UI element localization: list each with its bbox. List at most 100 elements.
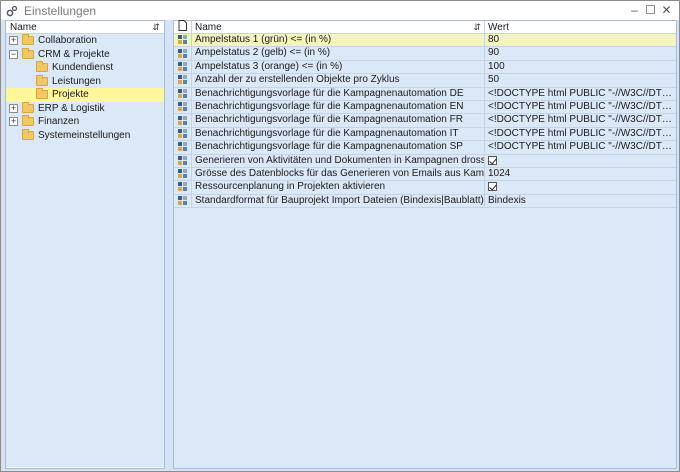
row-icon-cell	[174, 47, 192, 60]
settings-row[interactable]: Benachrichtigungsvorlage für die Kampagn…	[174, 141, 676, 155]
settings-row[interactable]: Benachrichtigungsvorlage für die Kampagn…	[174, 87, 676, 101]
setting-grid-icon	[177, 88, 188, 99]
grid-header-icon-column[interactable]	[174, 20, 192, 33]
tree-item[interactable]: Kundendienst	[6, 61, 164, 75]
setting-name: Ressourcenplanung in Projekten aktiviere…	[192, 181, 485, 194]
setting-grid-icon	[177, 128, 188, 139]
setting-value[interactable]: <!DOCTYPE html PUBLIC "-//W3C//DTD XHTML…	[485, 114, 676, 126]
setting-name: Benachrichtigungsvorlage für die Kampagn…	[192, 114, 485, 127]
settings-row[interactable]: Standardformat für Bauprojekt Import Dat…	[174, 194, 676, 209]
tree-item-label: ERP & Logistik	[38, 102, 105, 114]
close-button[interactable]: ✕	[660, 2, 673, 18]
tree-header[interactable]: Name ⇵	[6, 21, 164, 34]
row-icon-cell	[174, 154, 192, 167]
row-icon-cell	[174, 100, 192, 114]
column-header-value-label: Wert	[488, 21, 509, 33]
setting-name: Generieren von Aktivitäten und Dokumente…	[192, 154, 485, 167]
setting-name: Ampelstatus 3 (orange) <= (in %)	[192, 60, 485, 74]
settings-window: Einstellungen – ☐ ✕ Name ⇵ + Collaboratio…	[0, 0, 680, 472]
folder-icon	[22, 115, 34, 126]
tree-item-label: Collaboration	[38, 35, 97, 46]
settings-grid: Name ⇵ Wert Ampelstatus 1 (grün) <= (in …	[173, 20, 677, 469]
tree-item-label: Finanzen	[38, 116, 80, 127]
settings-row[interactable]: Ampelstatus 2 (gelb) <= (in %) 90	[174, 47, 676, 61]
setting-value[interactable]: 90	[485, 47, 676, 59]
setting-value[interactable]: 80	[485, 34, 676, 46]
column-header-value[interactable]: Wert	[485, 21, 676, 33]
collapse-icon[interactable]: −	[9, 49, 18, 59]
sort-icon[interactable]: ⇵	[473, 22, 481, 33]
setting-name: Benachrichtigungsvorlage für die Kampagn…	[192, 100, 485, 114]
title-bar: Einstellungen – ☐ ✕	[1, 1, 679, 20]
setting-value[interactable]: <!DOCTYPE html PUBLIC "-//W3C//DTD XHTML…	[485, 141, 676, 153]
settings-row[interactable]: Anzahl der zu erstellenden Objekte pro Z…	[174, 74, 676, 88]
setting-value[interactable]: Bindexis	[485, 195, 676, 207]
settings-row[interactable]: Ampelstatus 1 (grün) <= (in %) 80	[174, 34, 676, 48]
tree-item-label: CRM & Projekte	[38, 48, 110, 60]
tree-item[interactable]: Leistungen	[6, 74, 164, 89]
folder-icon	[36, 74, 48, 86]
folder-icon	[22, 101, 34, 113]
tree-item[interactable]: + Collaboration	[6, 34, 164, 48]
setting-name: Benachrichtigungsvorlage für die Kampagn…	[192, 87, 485, 100]
setting-grid-icon	[177, 61, 188, 72]
settings-row[interactable]: Benachrichtigungsvorlage für die Kampagn…	[174, 114, 676, 128]
folder-icon	[22, 34, 34, 45]
folder-icon	[22, 47, 34, 59]
setting-name: Anzahl der zu erstellenden Objekte pro Z…	[192, 74, 485, 87]
row-icon-cell	[174, 167, 192, 181]
window-title: Einstellungen	[24, 3, 97, 18]
maximize-button[interactable]: ☐	[644, 2, 657, 18]
grid-header: Name ⇵ Wert	[174, 20, 676, 34]
tree-item[interactable]: + Finanzen	[6, 115, 164, 129]
settings-row[interactable]: Generieren von Aktivitäten und Dokumente…	[174, 154, 676, 168]
minimize-button[interactable]: –	[628, 2, 641, 18]
setting-value[interactable]: 50	[485, 74, 676, 86]
row-icon-cell	[174, 34, 192, 47]
setting-value[interactable]	[485, 155, 676, 167]
row-icon-cell	[174, 74, 192, 87]
setting-checkbox[interactable]	[488, 155, 497, 165]
setting-grid-icon	[177, 102, 188, 112]
setting-value[interactable]: <!DOCTYPE html PUBLIC "-//W3C//DTD XHTML…	[485, 128, 676, 140]
setting-grid-icon	[177, 75, 188, 85]
grid-body: Ampelstatus 1 (grün) <= (in %) 80 Ampelsta…	[174, 34, 676, 209]
setting-value[interactable]: 100	[485, 61, 676, 73]
tree-item[interactable]: + ERP & Logistik	[6, 101, 164, 116]
setting-grid-icon	[177, 155, 188, 166]
column-header-name[interactable]: Name ⇵	[192, 21, 485, 33]
setting-value[interactable]: 1024	[485, 168, 676, 180]
settings-row[interactable]: Ressourcenplanung in Projekten aktiviere…	[174, 181, 676, 195]
folder-icon	[36, 61, 48, 72]
tree-item[interactable]: − CRM & Projekte	[6, 47, 164, 62]
row-icon-cell	[174, 194, 192, 208]
setting-value[interactable]: <!DOCTYPE html PUBLIC "-//W3C//DTD XHTML…	[485, 101, 676, 113]
tree-item-label: Projekte	[52, 89, 89, 100]
folder-icon	[22, 128, 34, 140]
setting-value[interactable]: <!DOCTYPE html PUBLIC "-//W3C//DTD XHTML…	[485, 88, 676, 100]
folder-icon	[36, 88, 48, 99]
settings-row[interactable]: Benachrichtigungsvorlage für die Kampagn…	[174, 127, 676, 142]
row-icon-cell	[174, 127, 192, 141]
expand-icon[interactable]: +	[9, 103, 18, 113]
expand-icon[interactable]: +	[9, 117, 18, 126]
tree-item[interactable]: Projekte	[6, 88, 164, 102]
sort-icon[interactable]: ⇵	[152, 22, 160, 33]
tree-item-label: Systemeinstellungen	[38, 129, 131, 141]
setting-grid-icon	[177, 169, 188, 179]
category-tree: Name ⇵ + Collaboration − CRM & Projekte Kund…	[5, 20, 165, 469]
setting-checkbox[interactable]	[488, 182, 497, 192]
setting-value[interactable]	[485, 181, 676, 193]
settings-row[interactable]: Benachrichtigungsvorlage für die Kampagn…	[174, 100, 676, 115]
row-icon-cell	[174, 141, 192, 154]
settings-row[interactable]: Grösse des Datenblocks für das Generiere…	[174, 167, 676, 182]
settings-row[interactable]: Ampelstatus 3 (orange) <= (in %) 100	[174, 60, 676, 75]
setting-grid-icon	[177, 115, 188, 126]
setting-name: Ampelstatus 2 (gelb) <= (in %)	[192, 47, 485, 60]
expand-icon[interactable]: +	[9, 36, 18, 45]
setting-grid-icon	[177, 35, 188, 45]
setting-name: Ampelstatus 1 (grün) <= (in %)	[192, 34, 485, 47]
tree-item-label: Leistungen	[52, 75, 101, 87]
tree-item[interactable]: Systemeinstellungen	[6, 128, 164, 143]
setting-grid-icon	[177, 195, 188, 206]
